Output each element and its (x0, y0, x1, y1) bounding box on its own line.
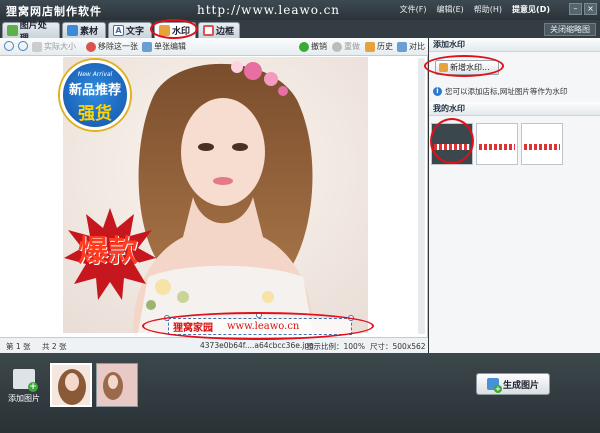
image-thumbnail[interactable] (50, 363, 92, 407)
menu-feedback[interactable]: 提意见(D) (512, 4, 550, 15)
display-scale: 显示比例：100% (306, 342, 365, 351)
tab-label: 水印 (172, 27, 191, 37)
compare-icon (397, 41, 407, 52)
compare-label: 对比 (409, 42, 425, 51)
text-icon: A (113, 25, 124, 36)
canvas-toolbar: 实际大小 移除这一张 单张编辑 撤销 重做 历史 对比 (0, 38, 428, 56)
thumbnail-preview (52, 365, 90, 405)
thumbnail-preview (97, 364, 137, 406)
add-image-label: 添加图片 (8, 394, 40, 403)
history-icon (365, 41, 375, 52)
add-watermark-header: 添加水印 (429, 38, 600, 52)
badge-small-text: New Arrival (77, 71, 113, 78)
menu-edit[interactable]: 编辑(E) (436, 4, 463, 15)
zoom-out-icon (18, 41, 28, 51)
redo-icon (332, 41, 342, 52)
close-thumbnails-button[interactable]: 关闭缩略图 (544, 23, 596, 36)
zoom-in-icon (4, 41, 14, 51)
compare-button[interactable]: 对比 (397, 41, 425, 52)
generate-image-button[interactable]: 生成图片 (476, 373, 550, 395)
badge-main-text: 新品推荐 (68, 83, 121, 98)
remove-icon (86, 41, 96, 52)
generate-icon (486, 378, 502, 393)
image-thumbnail[interactable] (96, 363, 138, 407)
window-controls: – × (569, 3, 597, 15)
redo-button[interactable]: 重做 (332, 41, 360, 52)
canvas-scrollbar[interactable] (418, 58, 425, 334)
edit-icon (142, 41, 152, 52)
menu-help[interactable]: 帮助(H) (474, 4, 502, 15)
canvas-area[interactable]: New Arrival 新品推荐 强货 爆款 狸窝家园 www.leawo.cn (0, 56, 428, 337)
status-bar: 第 1 张 共 2 张 4373e0b64f....a64cbcc36e.jpg… (0, 337, 428, 353)
minimize-icon[interactable]: – (569, 3, 582, 15)
close-icon[interactable]: × (584, 3, 597, 15)
actual-size-label: 实际大小 (44, 42, 76, 51)
actual-size-icon (32, 41, 42, 52)
add-icon (439, 63, 448, 72)
undo-label: 撤销 (311, 42, 327, 51)
watermark-thumbnail[interactable] (431, 123, 473, 165)
remove-watermark-button[interactable]: 移除这一张 (86, 41, 138, 52)
tab-text[interactable]: A 文字 (108, 22, 152, 38)
single-edit-label: 单张编辑 (154, 42, 186, 51)
new-watermark-label: 新增水印... (450, 63, 490, 72)
thumbnail-strip: + 添加图片 生成图片 (0, 353, 600, 433)
history-button[interactable]: 历史 (365, 41, 393, 52)
tab-border[interactable]: 边框 (198, 22, 240, 38)
tab-watermark[interactable]: 水印 (154, 22, 196, 38)
watermark-panel: 添加水印 新增水印... i 您可以添加店标,网址图片等作为水印 我的水印 (429, 38, 600, 353)
file-name: 4373e0b64f....a64cbcc36e.jpg (200, 341, 314, 350)
tab-bar: 图片处理 素材 A 文字 水印 边框 关闭缩略图 (0, 20, 600, 44)
tab-material[interactable]: 素材 (62, 22, 106, 38)
resize-handle[interactable] (164, 315, 170, 321)
watermark-right-text: www.leawo.cn (227, 321, 300, 332)
generate-label: 生成图片 (502, 380, 539, 391)
material-icon (67, 25, 78, 36)
new-watermark-button[interactable]: 新增水印... (435, 60, 499, 75)
border-icon (203, 25, 214, 36)
resize-handle[interactable] (348, 315, 354, 321)
my-watermarks-header: 我的水印 (429, 102, 600, 116)
undo-icon (299, 41, 309, 52)
menu-bar: 文件(F) 编辑(E) 帮助(H) 提意见(D) (400, 4, 550, 15)
zoom-out-button[interactable] (18, 41, 28, 51)
watermark-icon (159, 25, 170, 36)
tab-image-processing[interactable]: 图片处理 (2, 21, 60, 44)
badge-bottom-text: 强货 (78, 104, 112, 124)
undo-button[interactable]: 撤销 (299, 41, 327, 52)
history-label: 历史 (377, 42, 393, 51)
zoom-in-button[interactable] (4, 41, 14, 51)
image-icon (7, 25, 18, 36)
watermark-thumbnail[interactable] (521, 123, 563, 165)
watermark-hint: i 您可以添加店标,网址图片等作为水印 (433, 86, 567, 97)
watermark-left-text: 狸窝家园 (173, 323, 213, 334)
single-edit-button[interactable]: 单张编辑 (142, 41, 186, 52)
info-icon: i (433, 87, 442, 96)
tab-label: 边框 (216, 27, 235, 37)
image-size: 尺寸：500x562 (370, 342, 426, 351)
watermark-thumbnail[interactable] (476, 123, 518, 165)
add-image-button[interactable]: + 添加图片 (4, 363, 44, 411)
site-url-title: http://www.leawo.cn (197, 3, 341, 17)
hint-text: 您可以添加店标,网址图片等作为水印 (445, 87, 568, 96)
new-arrival-badge: New Arrival 新品推荐 强货 (60, 60, 130, 130)
add-image-icon: + (13, 369, 38, 392)
total-count: 共 2 张 (42, 342, 67, 351)
actual-size-button[interactable]: 实际大小 (32, 41, 76, 52)
tab-label: 素材 (80, 27, 99, 37)
tab-label: 文字 (126, 27, 145, 37)
applied-watermark[interactable]: 狸窝家园 www.leawo.cn (168, 318, 352, 335)
menu-file[interactable]: 文件(F) (400, 4, 427, 15)
rotate-handle[interactable] (256, 312, 262, 318)
current-index: 第 1 张 (6, 342, 31, 351)
burst-text: 爆款 (78, 234, 138, 269)
redo-label: 重做 (344, 42, 360, 51)
remove-label: 移除这一张 (98, 42, 138, 51)
title-bar: 狸窝网店制作软件 http://www.leawo.cn 文件(F) 编辑(E)… (0, 0, 600, 20)
